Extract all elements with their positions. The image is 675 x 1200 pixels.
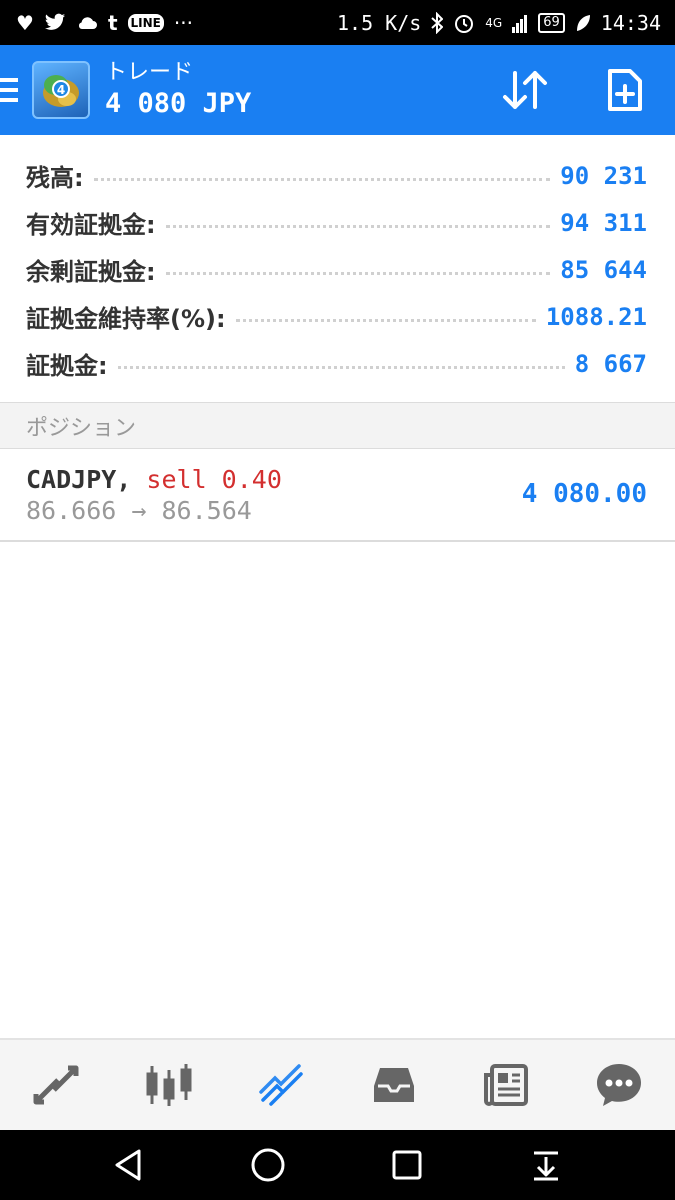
position-profit: 4 080.00 (521, 479, 647, 509)
price-open: 86.666 (26, 496, 117, 525)
dotted-leader (165, 224, 551, 228)
new-order-button[interactable] (575, 45, 675, 135)
back-button[interactable] (99, 1135, 159, 1195)
position-side-volume: sell 0.40 (146, 465, 282, 494)
status-bar: ♥ t LINE ··· 1.5 K/s 4G 69 14:34 (0, 0, 675, 45)
nav-quotes[interactable] (0, 1040, 113, 1130)
quotes-icon (33, 1065, 79, 1105)
bottom-nav (0, 1038, 675, 1130)
home-icon (251, 1148, 285, 1182)
candlestick-icon (146, 1064, 192, 1106)
more-icon: ··· (173, 10, 193, 35)
dotted-leader (165, 271, 551, 275)
position-symbol: CADJPY, (26, 465, 132, 494)
dotted-leader (235, 318, 536, 322)
summary-row-margin: 証拠金: 8 667 (0, 340, 675, 387)
sort-arrows-icon (503, 71, 547, 109)
alarm-icon (455, 14, 474, 33)
battery-icon: 69 (538, 12, 565, 33)
price-arrow: → (131, 496, 147, 525)
notifications-pulldown-button[interactable] (516, 1135, 576, 1195)
tumblr-icon: t (107, 10, 118, 35)
home-button[interactable] (238, 1135, 298, 1195)
section-title: ポジション (26, 415, 137, 441)
nav-chat[interactable] (563, 1040, 675, 1130)
summary-row-margin-level: 証拠金維持率(%): 1088.21 (0, 293, 675, 340)
system-nav-bar (0, 1130, 675, 1200)
summary-value: 94 311 (560, 208, 647, 237)
pulldown-icon (533, 1151, 558, 1181)
back-icon (115, 1149, 141, 1181)
nav-trade[interactable] (225, 1040, 338, 1130)
inbox-icon (373, 1068, 414, 1102)
trend-icon (259, 1064, 303, 1106)
summary-value: 85 644 (560, 255, 647, 284)
network-speed: 1.5 K/s (337, 10, 422, 35)
new-document-icon (608, 69, 642, 111)
leaf-icon (576, 14, 590, 31)
recents-button[interactable] (377, 1135, 437, 1195)
summary-label: 証拠金維持率(%): (26, 305, 226, 333)
bluetooth-icon (431, 11, 444, 34)
twitter-icon (44, 13, 66, 30)
menu-icon[interactable] (0, 45, 22, 135)
page-title: トレード (105, 60, 194, 85)
summary-label: 証拠金: (26, 352, 108, 380)
network-type: 4G (485, 15, 503, 30)
heart-icon: ♥ (16, 10, 34, 35)
nav-chart[interactable] (113, 1040, 226, 1130)
summary-label: 有効証拠金: (26, 211, 156, 239)
chat-icon (596, 1064, 641, 1106)
nav-news[interactable] (450, 1040, 563, 1130)
account-summary: 残高: 90 231 有効証拠金: 94 311 余剰証拠金: 85 644 証… (0, 135, 675, 402)
summary-value: 1088.21 (545, 302, 647, 331)
app-bar: 4 トレード 4 080 JPY (0, 45, 675, 135)
signal-icon (512, 14, 528, 33)
dotted-leader (93, 177, 551, 181)
status-notifications: ♥ t LINE ··· (16, 13, 193, 33)
positions-header: ポジション (0, 402, 675, 449)
line-icon: LINE (127, 13, 164, 32)
recents-icon (392, 1150, 422, 1180)
summary-label: 余剰証拠金: (26, 258, 156, 286)
logo-icon: 4 (43, 75, 79, 107)
cloud-icon (78, 16, 97, 29)
price-current: 86.564 (161, 496, 252, 525)
svg-text:4: 4 (57, 83, 65, 97)
summary-value: 8 667 (574, 349, 647, 378)
summary-label: 残高: (26, 164, 84, 192)
summary-row-balance: 残高: 90 231 (0, 152, 675, 199)
news-icon (484, 1064, 529, 1106)
clock: 14:34 (600, 10, 661, 35)
summary-row-equity: 有効証拠金: 94 311 (0, 199, 675, 246)
position-row[interactable]: CADJPY, sell 0.40 86.666 → 86.564 4 080.… (0, 449, 675, 542)
dotted-leader (117, 365, 565, 369)
status-system: 1.5 K/s 4G 69 14:34 (337, 11, 661, 35)
summary-value: 90 231 (560, 161, 647, 190)
metatrader-logo: 4 (32, 61, 90, 119)
nav-history[interactable] (338, 1040, 451, 1130)
sort-button[interactable] (475, 45, 575, 135)
total-profit: 4 080 JPY (105, 88, 252, 119)
summary-row-free-margin: 余剰証拠金: 85 644 (0, 246, 675, 293)
